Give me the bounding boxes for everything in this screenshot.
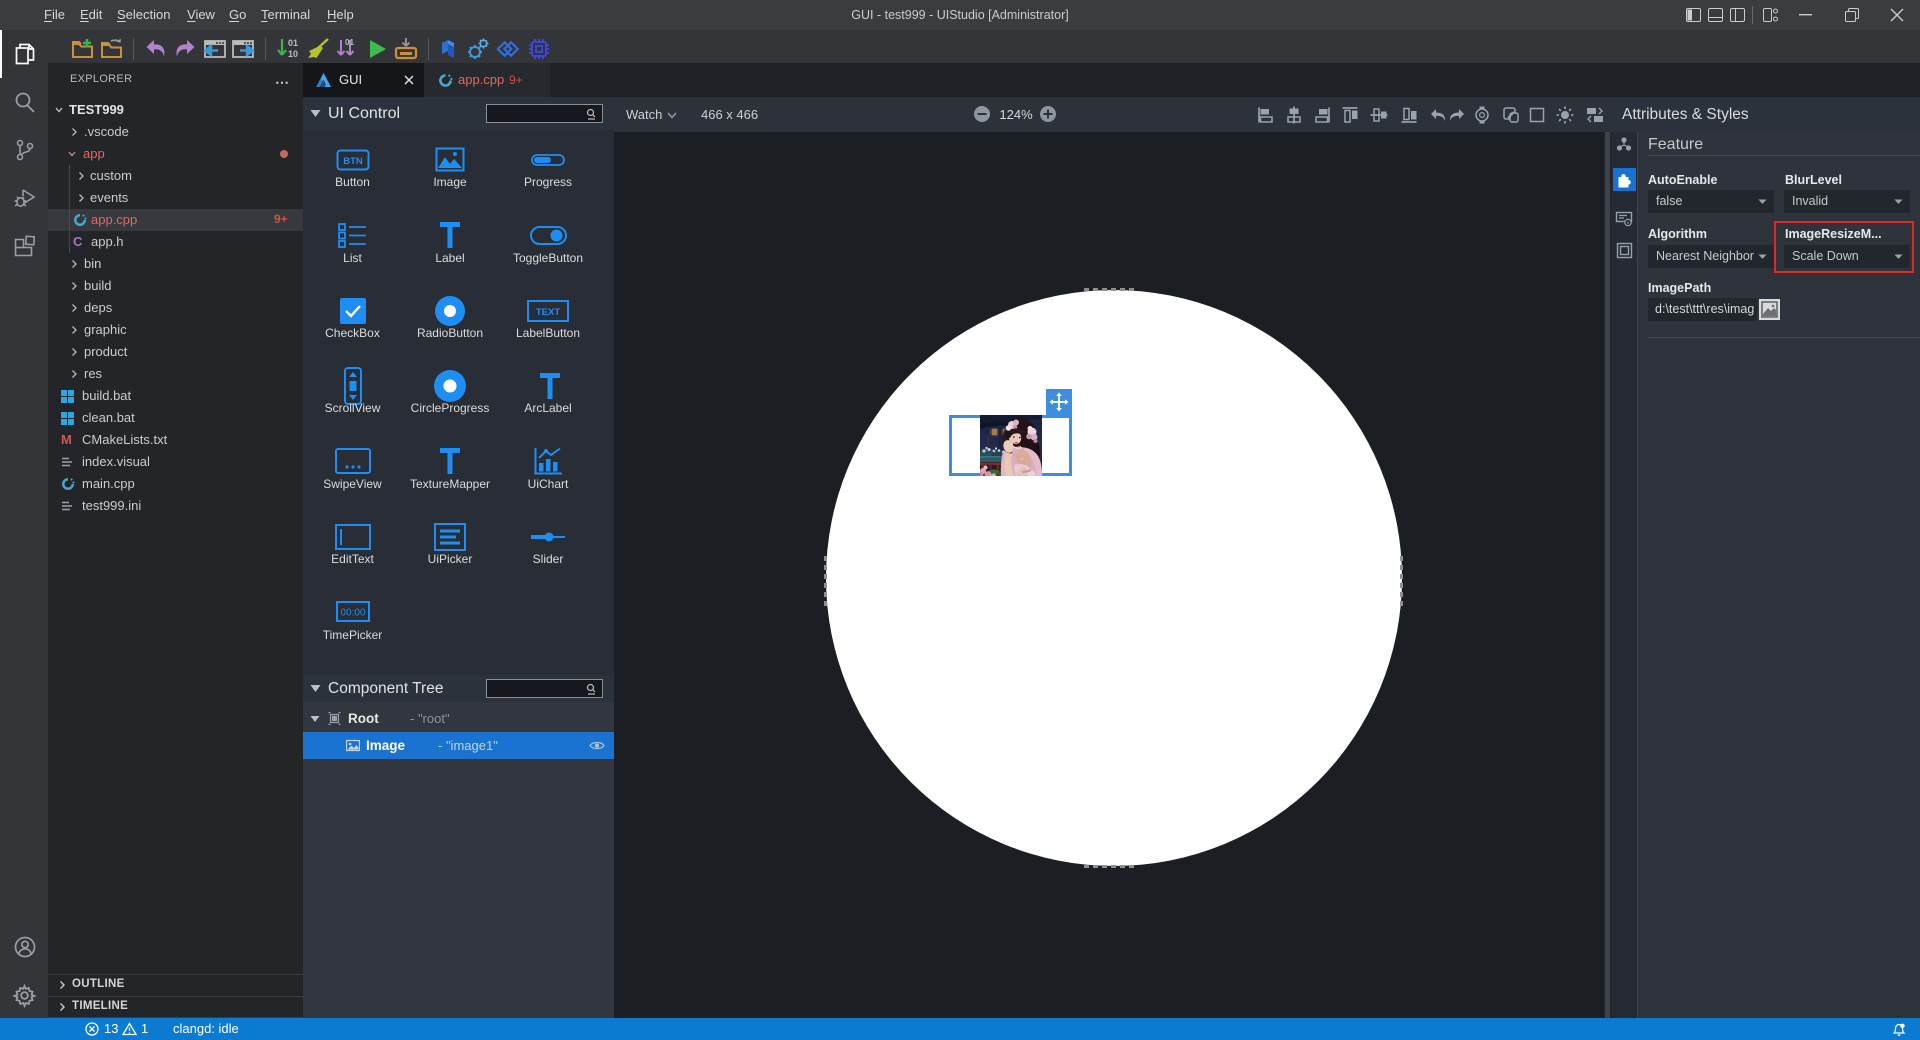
svg-text:01: 01 <box>345 38 354 47</box>
svg-text:01: 01 <box>288 38 298 48</box>
svg-text:TEXT: TEXT <box>536 307 560 318</box>
svg-text:10: 10 <box>288 49 298 59</box>
svg-text:00:00: 00:00 <box>340 608 365 619</box>
svg-text:BTN: BTN <box>343 156 363 167</box>
